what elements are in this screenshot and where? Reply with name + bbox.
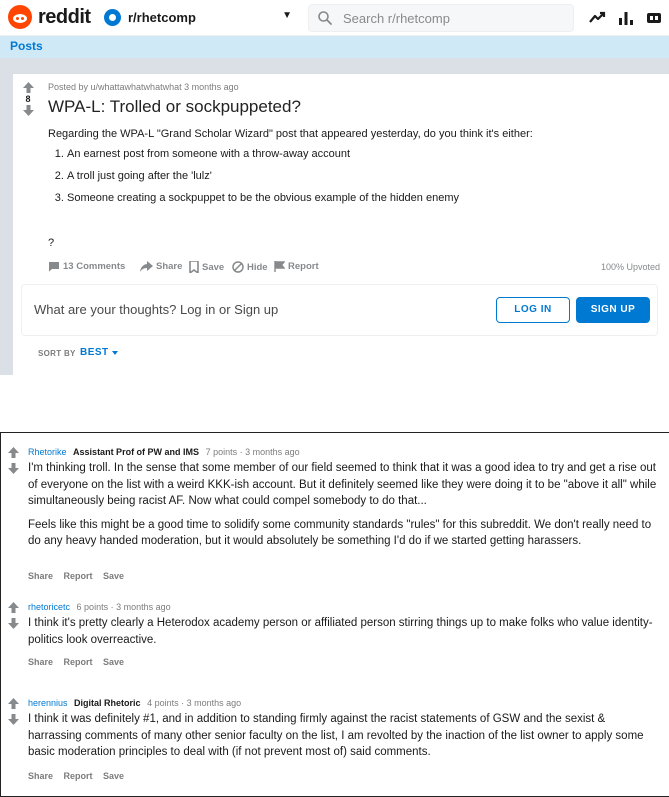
- hide-button[interactable]: Hide: [232, 261, 268, 273]
- comment-paragraph: I'm thinking troll. In the sense that so…: [28, 462, 657, 507]
- comment-vote-column: [7, 447, 19, 479]
- search-box[interactable]: [308, 4, 574, 32]
- upvote-arrow-icon[interactable]: [7, 447, 19, 458]
- comment-points: 4 points · 3 months ago: [147, 698, 242, 708]
- post-panel: reddit r/rhetcomp ▼ Po: [0, 0, 669, 375]
- comment-header: herennius Digital Rhetoric 4 points · 3 …: [28, 698, 241, 708]
- report-button[interactable]: Report: [64, 571, 93, 581]
- comment-vote-column: [7, 602, 19, 634]
- share-button[interactable]: Share: [28, 657, 53, 667]
- subreddit-icon: [104, 9, 121, 26]
- comment-paragraph: I think it was definitely #1, and in add…: [28, 713, 644, 758]
- search-input[interactable]: [341, 8, 561, 28]
- upvote-arrow-icon[interactable]: [22, 82, 34, 93]
- sort-by-label: SORT BY: [38, 349, 76, 358]
- comment-login-box: What are your thoughts? Log in or Sign u…: [21, 284, 658, 336]
- upvote-percentage: 100% Upvoted: [600, 262, 660, 272]
- sort-dropdown[interactable]: BEST: [80, 347, 109, 358]
- posts-bar: Posts: [0, 36, 669, 58]
- post-intro: Regarding the WPA-L "Grand Scholar Wizar…: [48, 128, 533, 140]
- comments-count: 13 Comments: [63, 261, 126, 272]
- post-meta: Posted by u/whattawhatwhatwhat 3 months …: [48, 82, 239, 92]
- logo-text[interactable]: reddit: [38, 6, 91, 29]
- hide-label: Hide: [247, 261, 268, 273]
- comment-prompt: What are your thoughts? Log in or Sign u…: [34, 302, 279, 317]
- sign-up-button[interactable]: SIGN UP: [576, 297, 650, 323]
- stats-icon[interactable]: [617, 9, 635, 27]
- upvote-arrow-icon[interactable]: [7, 698, 19, 709]
- reddit-logo-icon[interactable]: [8, 5, 32, 29]
- list-item: A troll just going after the 'lulz': [67, 169, 658, 184]
- caret-down-icon: ▼: [282, 10, 292, 21]
- comment-points: 6 points · 3 months ago: [76, 602, 171, 612]
- report-label: Report: [288, 261, 319, 272]
- post-score: 8: [25, 94, 31, 104]
- report-button[interactable]: Report: [274, 261, 319, 272]
- post-vote-column: 8: [21, 82, 35, 116]
- post-closing: ?: [48, 237, 55, 249]
- report-button[interactable]: Report: [64, 657, 93, 667]
- user-flair: Assistant Prof of PW and IMS: [73, 447, 200, 457]
- comment-paragraph: I think it's pretty clearly a Heterodox …: [28, 617, 653, 646]
- trending-icon[interactable]: [588, 9, 606, 27]
- search-icon: [318, 11, 332, 25]
- comment-actions: Share Report Save: [28, 657, 132, 667]
- downvote-arrow-icon[interactable]: [22, 105, 34, 116]
- top-navbar: reddit r/rhetcomp ▼: [0, 0, 669, 36]
- save-button[interactable]: Save: [103, 771, 124, 781]
- save-button[interactable]: Save: [189, 261, 224, 273]
- share-button[interactable]: Share: [28, 571, 53, 581]
- save-label: Save: [202, 261, 225, 273]
- downvote-arrow-icon[interactable]: [7, 714, 19, 725]
- downvote-arrow-icon[interactable]: [7, 463, 19, 474]
- comment-header: Rhetorike Assistant Prof of PW and IMS 7…: [28, 447, 300, 457]
- share-icon: [140, 261, 153, 272]
- subreddit-selector[interactable]: r/rhetcomp ▼: [102, 4, 298, 32]
- list-item: An earnest post from someone with a thro…: [67, 147, 658, 162]
- share-button[interactable]: Share: [28, 771, 53, 781]
- comment-vote-column: [7, 698, 19, 730]
- report-button[interactable]: Report: [64, 771, 93, 781]
- downvote-arrow-icon[interactable]: [7, 618, 19, 629]
- moderation-icon[interactable]: [645, 9, 663, 27]
- save-button[interactable]: Save: [103, 571, 124, 581]
- comment-points: 7 points · 3 months ago: [205, 447, 300, 457]
- user-flair: Digital Rhetoric: [74, 698, 141, 708]
- tab-posts[interactable]: Posts: [10, 39, 43, 53]
- post-options-list: An earnest post from someone with a thro…: [48, 147, 658, 206]
- comments-panel: Rhetorike Assistant Prof of PW and IMS 7…: [0, 432, 669, 797]
- comment-header: rhetoricetc 6 points · 3 months ago: [28, 602, 171, 612]
- share-button[interactable]: Share: [140, 261, 182, 272]
- comment-icon: [49, 262, 59, 272]
- comment-author[interactable]: rhetoricetc: [28, 602, 70, 612]
- post-body: Regarding the WPA-L "Grand Scholar Wizar…: [48, 127, 658, 251]
- comment-actions: Share Report Save: [28, 771, 132, 781]
- bookmark-icon: [189, 261, 199, 273]
- list-item: Someone creating a sockpuppet to be the …: [67, 191, 658, 206]
- comment-actions: Share Report Save: [28, 571, 132, 581]
- comments-button[interactable]: 13 Comments: [48, 261, 125, 272]
- comment-paragraph: Feels like this might be a good time to …: [28, 518, 652, 548]
- comment-body: I think it's pretty clearly a Heterodox …: [28, 615, 660, 655]
- comment-body: I think it was definitely #1, and in add…: [28, 711, 660, 768]
- comment-author[interactable]: herennius: [28, 698, 68, 708]
- log-in-button[interactable]: LOG IN: [496, 297, 570, 323]
- post-title[interactable]: WPA-L: Trolled or sockpuppeted?: [48, 97, 301, 117]
- save-button[interactable]: Save: [103, 657, 124, 667]
- post-actions: 13 Comments Share Save Hide Report 100% …: [48, 261, 668, 277]
- post-card: 8 Posted by u/whattawhatwhatwhat 3 month…: [13, 74, 669, 375]
- comment-body: I'm thinking troll. In the sense that so…: [28, 460, 660, 557]
- share-label: Share: [156, 261, 183, 272]
- caret-down-icon[interactable]: [112, 351, 118, 355]
- hide-icon: [232, 261, 244, 273]
- upvote-arrow-icon[interactable]: [7, 602, 19, 613]
- subreddit-name: r/rhetcomp: [128, 10, 196, 25]
- comment-author[interactable]: Rhetorike: [28, 447, 67, 457]
- flag-icon: [274, 261, 285, 272]
